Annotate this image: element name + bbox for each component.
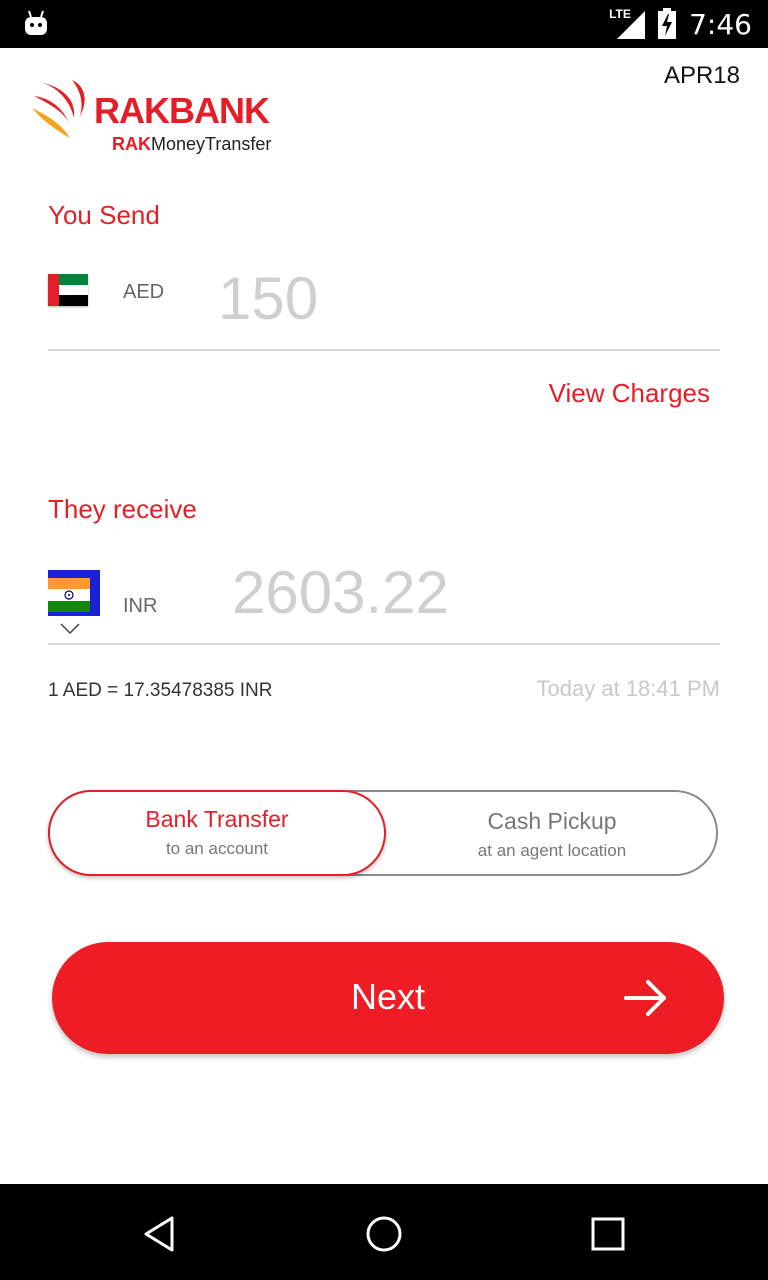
cash-pickup-subtitle: at an agent location [477, 841, 627, 860]
arrow-right-icon [624, 980, 666, 1016]
rakbank-logo: RAKBANK RAKMoneyTransfer [30, 78, 300, 158]
uae-flag-icon [48, 274, 88, 306]
status-bar: LTE 7:46 [0, 0, 768, 48]
rate-timestamp: Today at 18:41 PM [536, 676, 720, 701]
send-label: You Send [48, 200, 160, 230]
receive-label: They receive [48, 494, 197, 524]
android-debug-icon [25, 10, 47, 35]
bank-transfer-title: Bank Transfer [145, 806, 289, 832]
send-currency: AED [123, 281, 165, 303]
version-label: APR18 [663, 62, 740, 89]
bank-transfer-option[interactable]: Bank Transfer to an account [48, 790, 386, 876]
battery-charging-icon [658, 8, 677, 39]
rakbank-bird-icon [32, 80, 85, 138]
send-divider [48, 349, 720, 351]
brand-name: RAKBANK [94, 90, 270, 131]
india-flag-icon[interactable] [48, 578, 90, 612]
receive-currency: INR [123, 595, 158, 617]
chevron-down-icon[interactable] [60, 622, 80, 636]
signal-icon: LTE [609, 7, 646, 39]
bank-transfer-subtitle: to an account [165, 839, 269, 858]
send-amount-input[interactable]: 150 [218, 264, 318, 333]
cash-pickup-option[interactable]: Cash Pickup at an agent location [386, 792, 718, 878]
receive-amount-input[interactable]: 2603.22 [232, 558, 449, 627]
home-icon[interactable] [364, 1214, 404, 1254]
status-time: 7:46 [689, 7, 752, 41]
navigation-bar [0, 1184, 768, 1280]
next-button[interactable]: Next [52, 942, 724, 1054]
transfer-type-toggle: Cash Pickup at an agent location Bank Tr… [48, 790, 718, 876]
recents-icon[interactable] [588, 1214, 628, 1254]
back-icon[interactable] [140, 1214, 180, 1254]
brand-subtitle: RAKMoneyTransfer [112, 134, 272, 154]
receive-divider [48, 643, 720, 645]
view-charges-link[interactable]: View Charges [549, 378, 710, 409]
cash-pickup-title: Cash Pickup [487, 808, 617, 834]
exchange-rate: 1 AED = 17.35478385 INR [48, 680, 273, 701]
